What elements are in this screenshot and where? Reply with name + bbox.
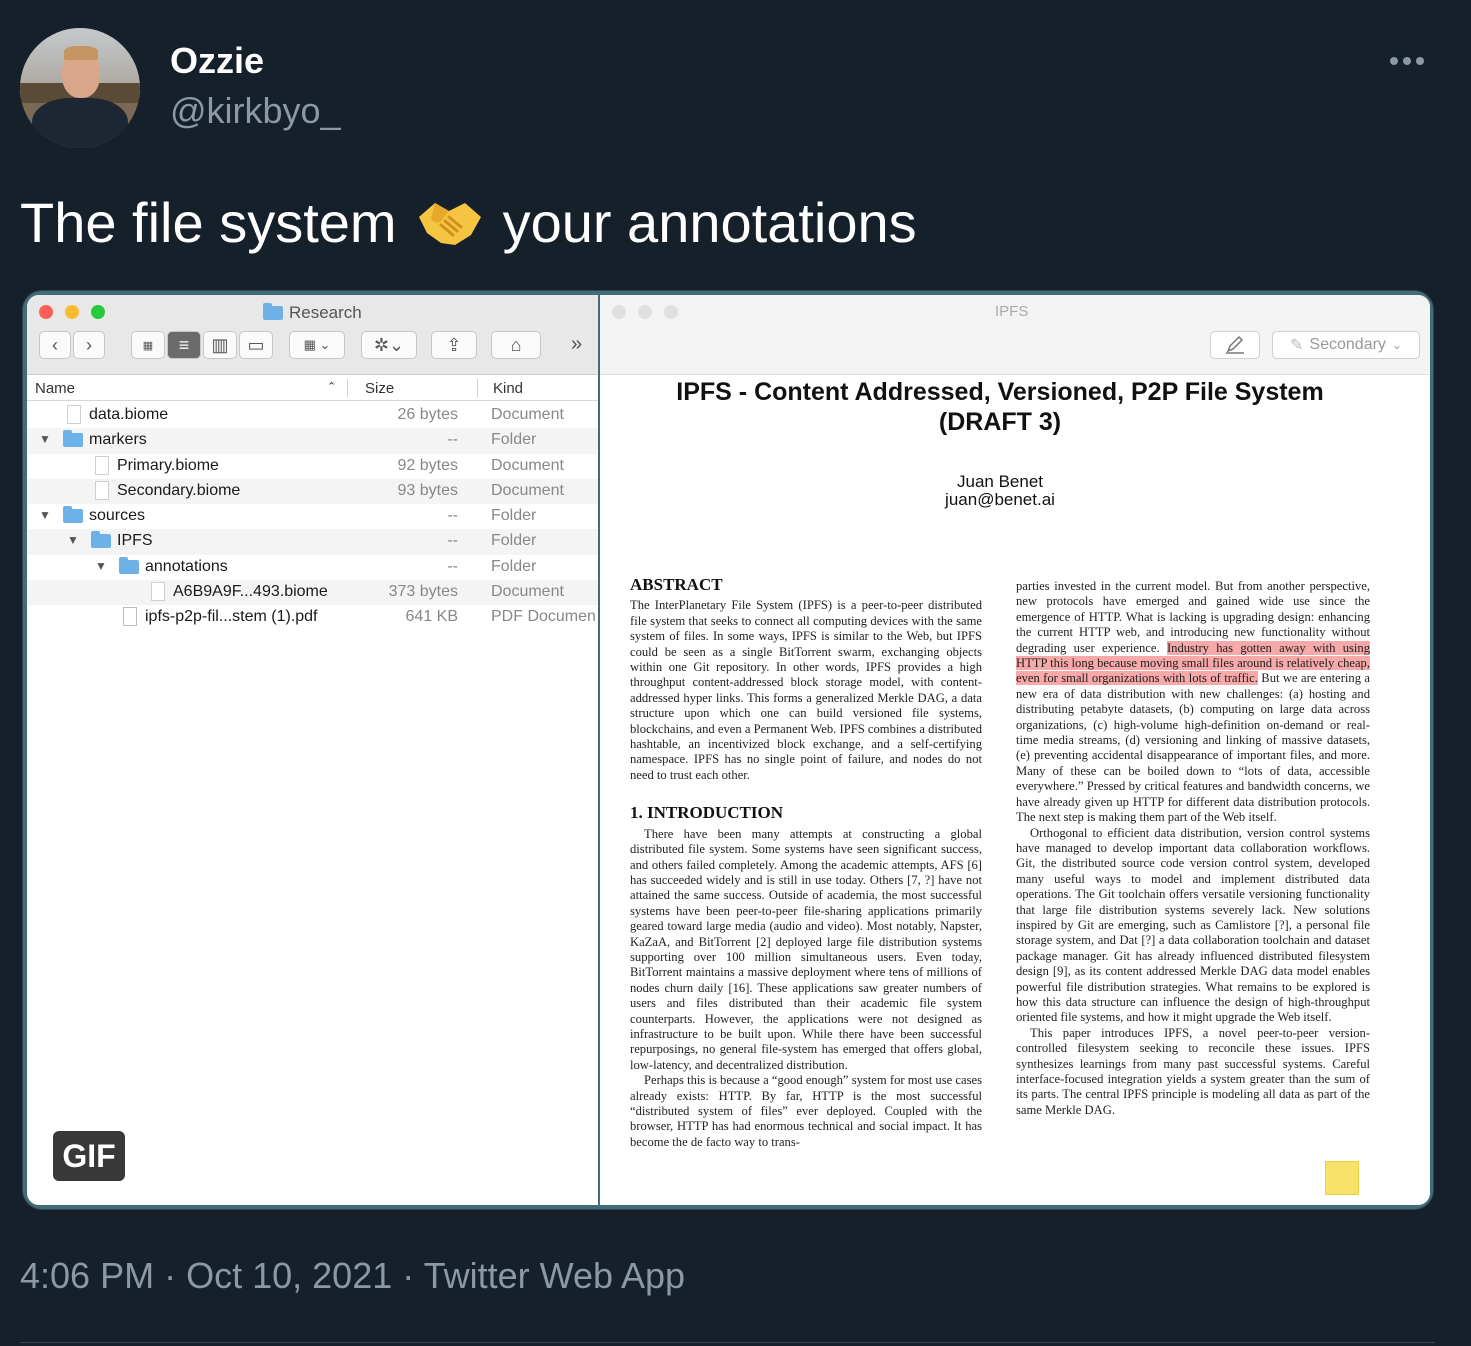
avatar-hair [64, 46, 98, 60]
document-icon [151, 582, 165, 602]
finder-titlebar: Research ‹ › ▦ ≡ ▥ ▭ ▦ ⌄ ✲⌄ ⇪ ⌂ » [27, 295, 598, 375]
document-icon [95, 480, 109, 500]
pdf-window-title: IPFS [995, 303, 1029, 320]
disclosure-triangle-icon[interactable]: ▼ [39, 432, 51, 446]
folder-icon [263, 303, 283, 320]
tweet-metadata: 4:06 PM · Oct 10, 2021 · Twitter Web App [20, 1255, 686, 1296]
abstract-text: The InterPlanetary File System (IPFS) is… [630, 598, 982, 782]
icon-view-button[interactable]: ▦ [131, 331, 165, 359]
body-paragraph: parties invested in the current model. B… [1016, 579, 1370, 825]
folder-icon [63, 430, 83, 448]
paper-author: Juan Benet juan@benet.ai [945, 472, 1055, 509]
column-size[interactable]: Size [365, 380, 394, 397]
file-row[interactable]: Primary.biome 92 bytes Document [27, 454, 598, 479]
folder-row[interactable]: ▼ annotations -- Folder [27, 555, 598, 580]
tag-icon[interactable]: ⌂ [491, 331, 541, 359]
close-window-button[interactable] [612, 305, 626, 319]
color-select-button[interactable]: ✎ Secondary ⌄ [1272, 331, 1420, 359]
finder-window-title: Research [263, 303, 362, 323]
zoom-window-button[interactable] [664, 305, 678, 319]
list-view-button[interactable]: ≡ [167, 331, 201, 359]
avatar-jacket [32, 98, 128, 148]
file-row[interactable]: A6B9A9F...493.biome 373 bytes Document [27, 580, 598, 606]
intro-heading: 1. INTRODUCTION [630, 803, 784, 823]
user-handle[interactable]: @kirkbyo_ [170, 90, 341, 132]
note-annotation[interactable] [1325, 1161, 1359, 1195]
column-name[interactable]: Name [35, 380, 75, 397]
intro-paragraph: Perhaps this is because a “good enough” … [630, 1073, 982, 1149]
folder-row[interactable]: ▼ IPFS -- Folder [27, 529, 598, 555]
action-gear-icon[interactable]: ✲⌄ [361, 331, 417, 359]
paper-left-column: ABSTRACT The InterPlanetary File System … [630, 577, 982, 1202]
body-paragraph: This paper introduces IPFS, a novel peer… [1016, 1025, 1370, 1117]
tweet-text: The file system your annotations [20, 190, 917, 255]
file-row[interactable]: ipfs-p2p-fil...stem (1).pdf 641 KB PDF D… [27, 605, 598, 630]
column-view-button[interactable]: ▥ [203, 331, 237, 359]
document-icon [67, 405, 81, 424]
pen-icon [1226, 335, 1244, 354]
document-icon [95, 455, 109, 475]
minimize-window-button[interactable] [638, 305, 652, 319]
disclosure-triangle-icon[interactable]: ▼ [95, 559, 107, 573]
disclosure-triangle-icon[interactable]: ▼ [39, 508, 51, 522]
folder-icon [91, 531, 111, 549]
group-by-button[interactable]: ▦ ⌄ [289, 331, 345, 359]
handshake-icon [415, 195, 485, 251]
gif-badge[interactable]: GIF [53, 1131, 125, 1181]
share-icon[interactable]: ⇪ [431, 331, 477, 359]
folder-icon [63, 506, 83, 524]
divider [20, 1342, 1435, 1343]
highlighter-icon: ✎ [1290, 337, 1304, 354]
file-row[interactable]: Secondary.biome 93 bytes Document [27, 478, 598, 505]
folder-row[interactable]: ▼ markers -- Folder [27, 428, 598, 454]
back-button[interactable]: ‹ [39, 331, 71, 359]
abstract-heading: ABSTRACT [630, 577, 723, 594]
paper-right-column: parties invested in the current model. B… [1016, 579, 1370, 1202]
annotate-pen-button[interactable] [1210, 331, 1260, 359]
file-row[interactable]: data.biome 26 bytes Document [27, 403, 598, 428]
pdf-icon [123, 607, 137, 627]
close-window-button[interactable] [39, 305, 53, 319]
sort-chevron-icon: ⌃ [327, 381, 337, 393]
chevron-down-icon: ⌄ [1391, 338, 1402, 352]
disclosure-triangle-icon[interactable]: ▼ [67, 533, 79, 547]
pdf-titlebar: IPFS ✎ Secondary ⌄ [600, 295, 1430, 375]
column-header: Name ⌃ Size Kind [27, 375, 598, 401]
tweet-date[interactable]: Oct 10, 2021 [186, 1255, 392, 1296]
display-name[interactable]: Ozzie [170, 40, 264, 82]
zoom-window-button[interactable] [91, 305, 105, 319]
gallery-view-button[interactable]: ▭ [239, 331, 273, 359]
tweet-time[interactable]: 4:06 PM [20, 1255, 154, 1296]
tweet-text-before: The file system [20, 191, 397, 254]
toolbar-overflow-icon[interactable]: » [571, 333, 582, 356]
forward-button[interactable]: › [73, 331, 105, 359]
file-list: data.biome 26 bytes Document ▼ markers -… [27, 403, 598, 631]
folder-icon [119, 556, 139, 574]
folder-row[interactable]: ▼ sources -- Folder [27, 504, 598, 529]
column-kind[interactable]: Kind [493, 380, 523, 397]
pdf-window: IPFS ✎ Secondary ⌄ IPFS - Content Addres… [600, 295, 1430, 1205]
avatar[interactable] [20, 28, 140, 148]
finder-window: Research ‹ › ▦ ≡ ▥ ▭ ▦ ⌄ ✲⌄ ⇪ ⌂ » Name ⌃… [27, 295, 598, 1205]
more-options-icon[interactable] [1390, 52, 1434, 70]
body-paragraph: Orthogonal to efficient data distributio… [1016, 825, 1370, 1025]
intro-paragraph: There have been many attempts at constru… [630, 826, 982, 1072]
gif-media[interactable]: Research ‹ › ▦ ≡ ▥ ▭ ▦ ⌄ ✲⌄ ⇪ ⌂ » Name ⌃… [22, 290, 1434, 1210]
minimize-window-button[interactable] [65, 305, 79, 319]
tweet-source[interactable]: Twitter Web App [424, 1255, 685, 1296]
tweet-text-after: your annotations [502, 191, 917, 254]
paper-title: IPFS - Content Addressed, Versioned, P2P… [676, 378, 1324, 436]
